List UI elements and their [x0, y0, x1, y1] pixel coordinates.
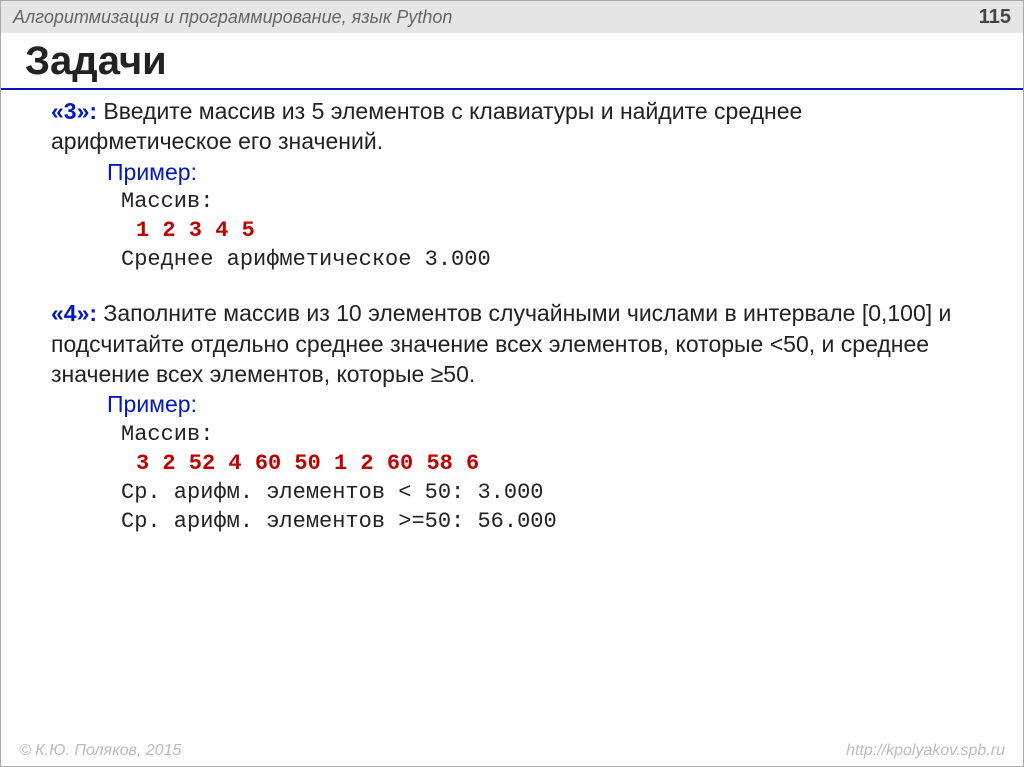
task-3: «3»: Введите массив из 5 элементов с кла…: [51, 96, 983, 157]
slide-title: Задачи: [1, 33, 1023, 88]
task-4-prompt: Массив:: [51, 420, 983, 449]
footer-right: http://kpolyakov.spb.ru: [846, 742, 1005, 760]
header-bar: Алгоритмизация и программирование, язык …: [1, 1, 1023, 33]
task-3-label: «3»:: [51, 98, 97, 124]
slide: Алгоритмизация и программирование, язык …: [0, 0, 1024, 767]
task-3-text: Введите массив из 5 элементов с клавиату…: [51, 98, 802, 154]
task-4-example-label: Пример:: [51, 389, 983, 419]
task-4-result-1: Ср. арифм. элементов < 50: 3.000: [51, 478, 983, 507]
task-4-text: Заполните массив из 10 элементов случайн…: [51, 300, 951, 387]
task-4-label: «4»:: [51, 300, 97, 326]
task-4-input: 3 2 52 4 60 50 1 2 60 58 6: [51, 449, 983, 478]
footer: © К.Ю. Поляков, 2015 http://kpolyakov.sp…: [1, 742, 1023, 760]
footer-left: © К.Ю. Поляков, 2015: [19, 742, 181, 760]
header-title: Алгоритмизация и программирование, язык …: [13, 7, 452, 28]
task-3-result: Среднее арифметическое 3.000: [51, 245, 983, 274]
task-4: «4»: Заполните массив из 10 элементов сл…: [51, 298, 983, 389]
task-3-input: 1 2 3 4 5: [51, 216, 983, 245]
task-4-result-2: Ср. арифм. элементов >=50: 56.000: [51, 507, 983, 536]
content: «3»: Введите массив из 5 элементов с кла…: [1, 90, 1023, 536]
page-number: 115: [979, 6, 1011, 29]
task-3-prompt: Массив:: [51, 187, 983, 216]
task-3-example-label: Пример:: [51, 157, 983, 187]
